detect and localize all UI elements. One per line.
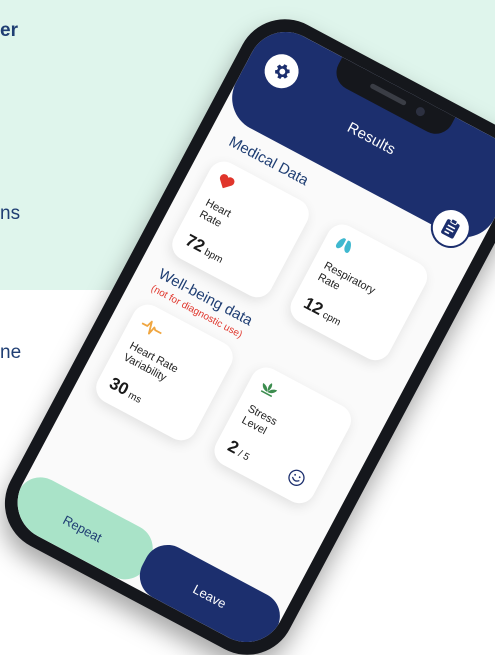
respiratory-rate-card[interactable]: Respiratory Rate 12cpm <box>284 218 433 366</box>
lungs-icon <box>335 238 351 253</box>
report-button[interactable] <box>423 200 478 256</box>
lotus-icon <box>260 383 278 398</box>
page: er ns ne Results Medical Data Heart Rate… <box>0 0 495 655</box>
stress-level-label: Stress Level <box>239 403 331 468</box>
hrv-value-row: 30ms <box>106 373 147 407</box>
heartbeat-wave-icon <box>141 320 162 335</box>
heart-rate-value-row: 72bpm <box>182 230 228 267</box>
background-text-line-3: ne <box>0 342 22 363</box>
clipboard-icon <box>441 218 460 239</box>
respiratory-rate-value-row: 12cpm <box>300 293 345 330</box>
hrv-unit: ms <box>126 389 144 406</box>
smiley-icon <box>288 469 305 486</box>
stress-level-value-row: 2/ 5 <box>224 436 254 465</box>
heart-rate-unit: bpm <box>202 246 225 266</box>
stress-level-card[interactable]: Stress Level 2/ 5 <box>208 361 357 509</box>
heart-icon <box>219 174 235 189</box>
background-text-line-2: ns <box>0 203 21 224</box>
front-camera <box>414 105 427 118</box>
background-text-line-1: er <box>0 20 18 41</box>
stress-level-unit: / 5 <box>236 448 252 464</box>
respiratory-rate-unit: cpm <box>320 309 343 329</box>
